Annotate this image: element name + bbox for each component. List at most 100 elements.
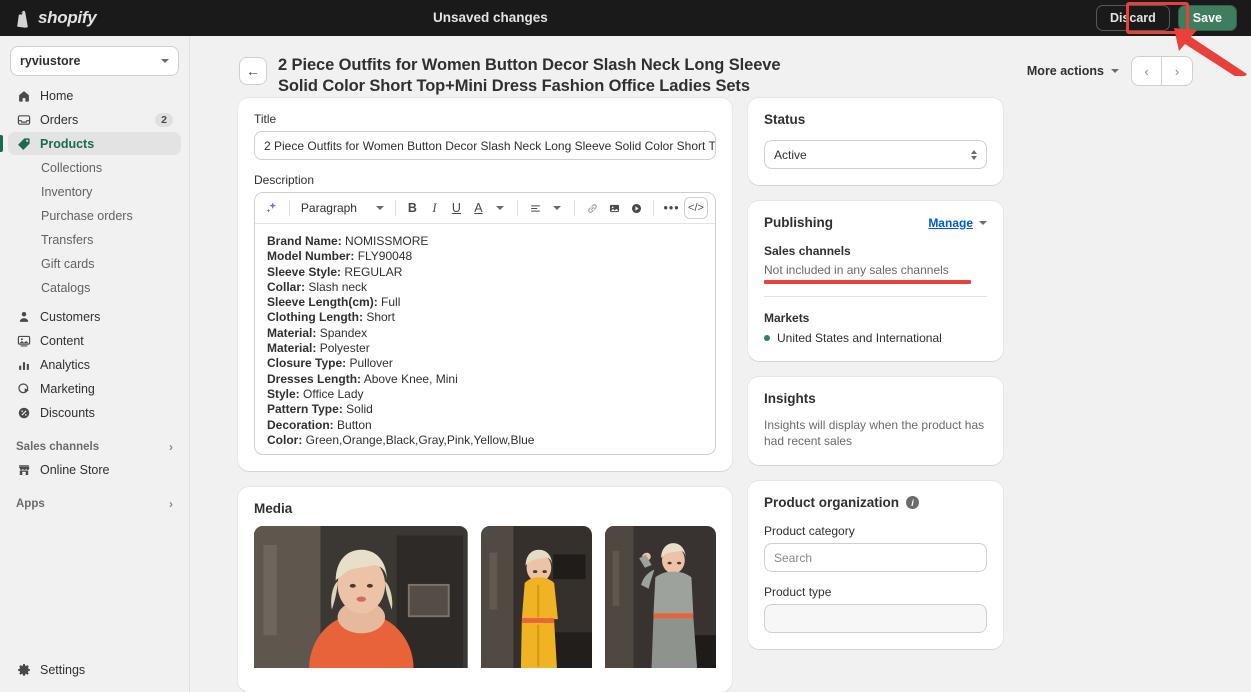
sidebar-item-label: Online Store (40, 462, 110, 477)
sidebar-item-products[interactable]: Products (0, 132, 181, 155)
sidebar-item-label: Content (40, 333, 84, 348)
align-chevron-down-icon[interactable] (547, 197, 567, 219)
sidebar-item-content[interactable]: Content (8, 329, 181, 352)
title-input[interactable]: 2 Piece Outfits for Women Button Decor S… (254, 131, 716, 160)
description-line: Color: Green,Orange,Black,Gray,Pink,Yell… (267, 433, 703, 448)
description-line: Material: Spandex (267, 326, 703, 341)
bold-button[interactable]: B (402, 197, 422, 219)
desc-value: REGULAR (344, 264, 403, 279)
next-product-button[interactable]: › (1162, 57, 1192, 85)
desc-value: Pullover (349, 356, 393, 371)
sales-channels-label: Sales channels (764, 244, 851, 258)
sidebar-item-home[interactable]: Home (8, 84, 181, 107)
desc-value: Green,Orange,Black,Gray,Pink,Yellow,Blue (305, 432, 535, 447)
video-icon[interactable] (626, 197, 646, 219)
description-line: Decoration: Button (267, 418, 703, 433)
desc-key: Sleeve Style: (267, 264, 342, 279)
sidebar-section-label: Sales channels (16, 441, 100, 453)
sidebar-item-label: Analytics (40, 357, 91, 372)
sidebar-section-label: Apps (16, 498, 45, 510)
italic-button[interactable]: I (424, 197, 444, 219)
sidebar-item-online-store[interactable]: Online Store (8, 458, 181, 481)
save-button[interactable]: Save (1177, 5, 1237, 31)
sidebar-item-settings[interactable]: Settings (8, 658, 181, 681)
manage-label: Manage (928, 215, 973, 230)
description-line: Collar: Slash neck (267, 280, 703, 295)
publishing-card: Publishing Manage Sales channels Not inc… (748, 201, 1003, 361)
sidebar-item-orders[interactable]: Orders 2 (8, 108, 181, 131)
manage-button[interactable]: Manage (928, 216, 987, 230)
product-photo-orange-outfit[interactable] (254, 526, 468, 676)
code-view-icon[interactable]: </> (684, 197, 709, 219)
sidebar-subitem-inventory[interactable]: Inventory (8, 180, 181, 203)
sparkle-ai-icon[interactable] (262, 197, 282, 219)
sidebar-footer: Settings (0, 658, 189, 692)
sidebar-section-sales-channels[interactable]: Sales channels › (8, 436, 181, 458)
sidebar-subitem-transfers[interactable]: Transfers (8, 228, 181, 251)
ellipsis-icon[interactable]: ••• (661, 197, 682, 219)
sidebar-subitem-collections[interactable]: Collections (8, 156, 181, 179)
desc-key: Clothing Length: (267, 310, 363, 325)
product-category-input[interactable]: Search (764, 543, 987, 572)
underline-button[interactable]: U (446, 197, 466, 219)
media-card-title: Media (254, 501, 293, 516)
shopify-logo[interactable]: shopify (0, 8, 190, 28)
sidebar-subitem-purchase-orders[interactable]: Purchase orders (8, 204, 181, 227)
editor-toolbar: Paragraph B I U A ••• </> (255, 193, 715, 224)
text-color-button[interactable]: A (468, 197, 488, 219)
desc-key: Material: (267, 325, 317, 340)
discard-button[interactable]: Discard (1095, 5, 1170, 31)
shopify-wordmark: shopify (38, 8, 97, 27)
info-icon[interactable]: i (906, 496, 919, 509)
image-icon[interactable] (604, 197, 624, 219)
store-switcher[interactable]: ryviustore (10, 46, 179, 76)
desc-key: Collar: (267, 279, 306, 294)
desc-key: Material: (267, 341, 317, 356)
sidebar-subitem-gift-cards[interactable]: Gift cards (8, 252, 181, 275)
description-line: Closure Type: Pullover (267, 356, 703, 371)
align-left-icon[interactable] (525, 197, 545, 219)
desc-value: Polyester (319, 341, 370, 356)
product-type-input[interactable] (764, 604, 987, 633)
more-actions-button[interactable]: More actions (1027, 64, 1119, 78)
home-icon (16, 88, 31, 103)
desc-value: Slash neck (308, 279, 368, 294)
sidebar-item-label: Settings (40, 662, 86, 677)
gear-icon (16, 662, 31, 677)
media-card: Media (238, 487, 732, 692)
sidebar-item-label: Orders (40, 112, 79, 127)
chevron-left-icon: ‹ (1144, 63, 1149, 79)
product-photo-gray-outfit[interactable] (604, 526, 716, 676)
store-icon (16, 462, 31, 477)
paragraph-style-select[interactable]: Paragraph (297, 201, 388, 215)
link-icon[interactable] (582, 197, 602, 219)
status-select[interactable]: Active (764, 140, 987, 169)
prev-product-button[interactable]: ‹ (1132, 57, 1162, 85)
description-body[interactable]: Brand Name: NOMISSMORE Model Number: FLY… (255, 224, 715, 454)
chevron-right-icon: › (169, 497, 173, 511)
title-field-label: Title (254, 112, 277, 126)
sidebar-item-analytics[interactable]: Analytics (8, 353, 181, 376)
description-line: Clothing Length: Short (267, 310, 703, 325)
desc-value: FLY90048 (357, 249, 413, 264)
media-grid (238, 526, 732, 692)
text-color-chevron-down-icon[interactable] (490, 197, 510, 219)
content-icon (16, 333, 31, 348)
markets-label: Markets (764, 311, 810, 325)
toolbar-divider (289, 200, 290, 216)
sidebar-item-discounts[interactable]: Discounts (8, 401, 181, 424)
sidebar-section-apps[interactable]: Apps › (8, 493, 181, 515)
back-button[interactable]: ← (239, 57, 267, 85)
product-pager: ‹ › (1131, 56, 1193, 86)
description-line: Sleeve Length(cm): Full (267, 295, 703, 310)
product-organization-header: Product organization i (764, 495, 987, 510)
sidebar-subitem-catalogs[interactable]: Catalogs (8, 276, 181, 299)
sidebar-item-marketing[interactable]: Marketing (8, 377, 181, 400)
sidebar-item-customers[interactable]: Customers (8, 305, 181, 328)
arrow-left-icon: ← (246, 63, 260, 79)
sidebar-item-label: Marketing (40, 381, 95, 396)
sidebar: ryviustore Home Orders 2 Products Collec… (0, 36, 190, 692)
product-photo-yellow-outfit[interactable] (480, 526, 592, 676)
customers-icon (16, 309, 31, 324)
desc-value: Short (366, 310, 396, 325)
